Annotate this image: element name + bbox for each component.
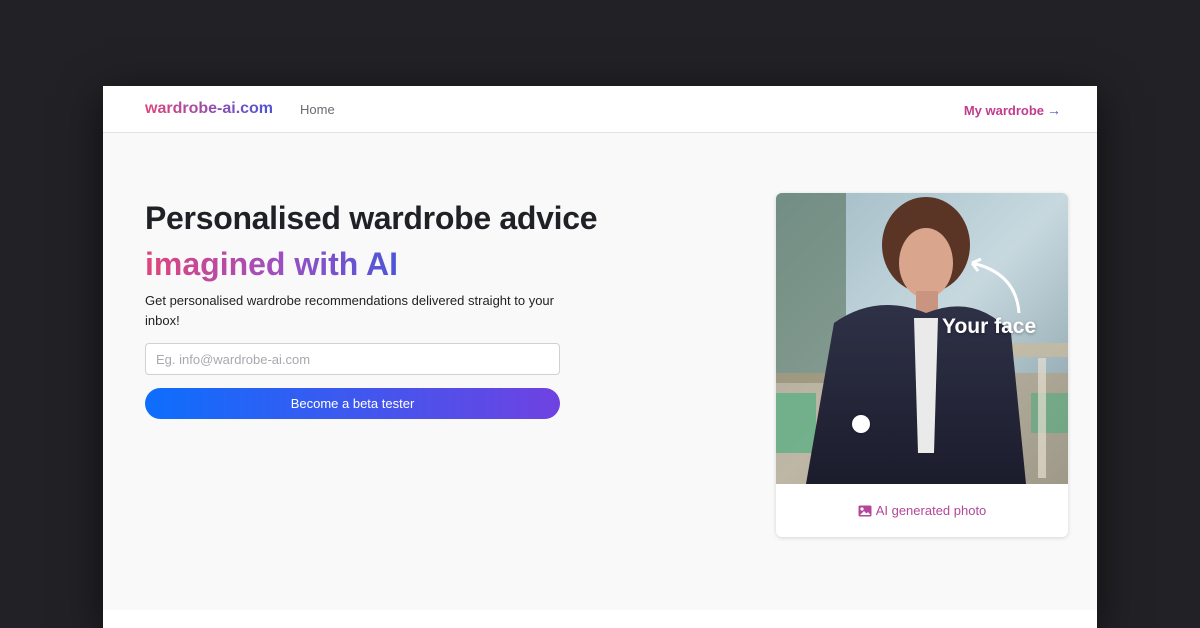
browser-window: wardrobe-ai.com Home My wardrobe → Perso… (103, 86, 1097, 628)
footer-strip (103, 610, 1097, 628)
my-wardrobe-link[interactable]: My wardrobe → (964, 102, 1061, 118)
photo-card: Your face AI generated photo (776, 193, 1068, 537)
hero-accent-title: imagined with AI (145, 246, 399, 282)
brand-logo-link[interactable]: wardrobe-ai.com (145, 100, 273, 118)
hero-subtitle: Get personalised wardrobe recommendation… (145, 293, 554, 328)
hero-title: Personalised wardrobe advice (145, 200, 598, 236)
your-face-overlay: Your face (942, 315, 1037, 338)
image-icon (858, 505, 872, 517)
arrow-right-icon: → (1047, 102, 1061, 118)
photo-caption-text: AI generated photo (875, 503, 987, 518)
top-navbar: wardrobe-ai.com Home My wardrobe → (103, 86, 1097, 133)
photo-caption: AI generated photo (776, 484, 1068, 537)
my-wardrobe-label: My wardrobe (963, 102, 1044, 118)
email-input[interactable] (145, 343, 560, 375)
hotspot-dot[interactable] (852, 415, 870, 433)
become-beta-tester-button[interactable]: Become a beta tester (145, 388, 560, 419)
nav-home-link[interactable]: Home (300, 102, 335, 117)
